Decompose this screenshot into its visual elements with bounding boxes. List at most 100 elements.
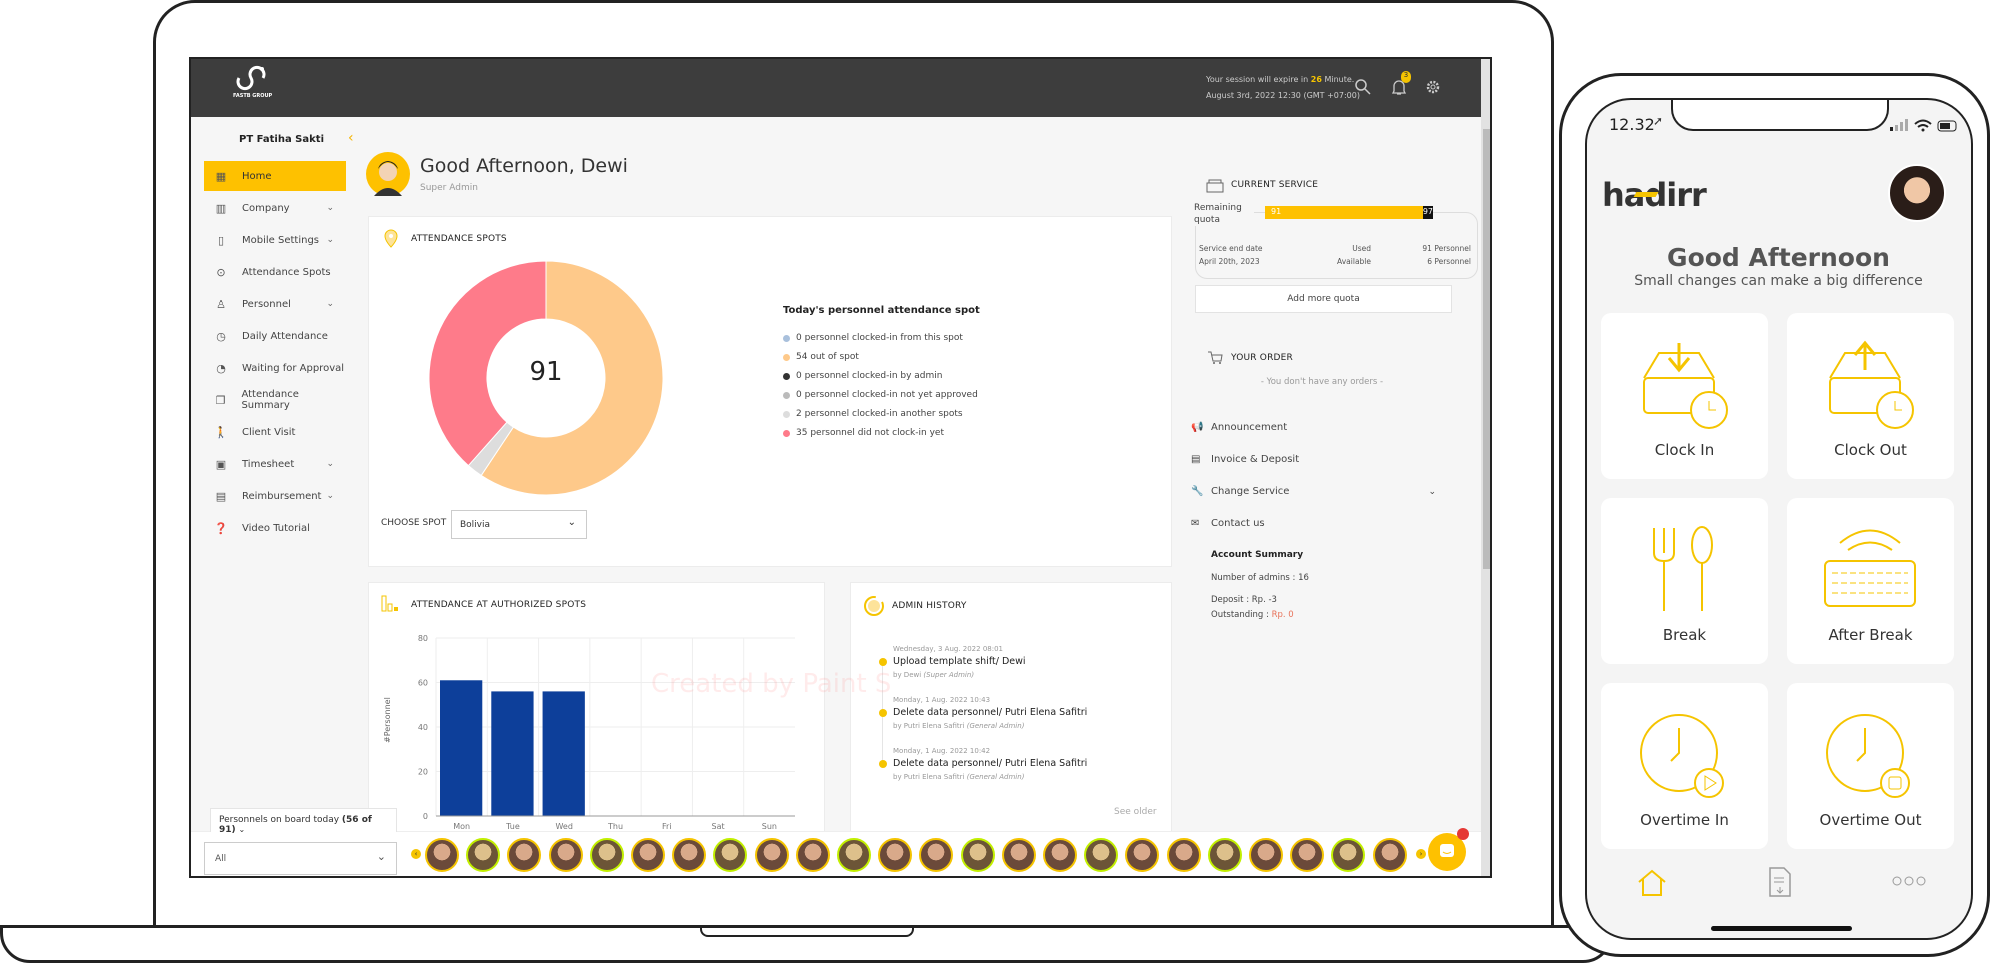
personnel-avatar[interactable] — [425, 838, 459, 872]
service-end: Service end date April 20th, 2023 — [1199, 242, 1263, 268]
quota-bar-fill: 91 — [1265, 206, 1423, 219]
tile-after-break[interactable]: After Break — [1787, 498, 1954, 664]
personnel-avatar[interactable] — [1084, 838, 1119, 872]
available-label: Available — [1337, 257, 1371, 266]
personnel-avatar[interactable] — [754, 838, 789, 872]
personnel-avatar[interactable] — [795, 838, 830, 872]
page-scrollbar[interactable] — [1481, 59, 1490, 876]
quota-bar: 91 97 — [1265, 206, 1433, 219]
sidebar-item-mobile-settings[interactable]: ▯ Mobile Settings ⌄ — [204, 225, 346, 255]
menu-announcement[interactable]: 📢 Announcement — [1191, 422, 1436, 433]
search-icon[interactable] — [1355, 79, 1371, 95]
sidebar-item-video-tutorial[interactable]: ❓ Video Tutorial — [204, 513, 346, 543]
sidebar-item-waiting-for-approval[interactable]: ◔ Waiting for Approval — [204, 353, 346, 383]
personnel-avatar[interactable] — [1043, 838, 1077, 872]
sidebar-item-attendance-spots[interactable]: ⊙ Attendance Spots — [204, 257, 346, 287]
document-icon[interactable] — [1767, 866, 1793, 898]
session-prefix: Your session will expire in — [1206, 75, 1309, 84]
personnel-avatar[interactable] — [1207, 838, 1242, 872]
personnel-avatar[interactable] — [837, 838, 871, 872]
timeline-dot — [879, 760, 887, 768]
personnel-avatar[interactable] — [631, 838, 665, 872]
tile-label: Clock Out — [1834, 441, 1907, 459]
greeting-role: Super Admin — [420, 183, 478, 193]
user-avatar[interactable] — [1888, 164, 1946, 222]
chevron-down-icon: ⌄ — [1428, 486, 1436, 497]
used-available-values: 91 Personnel 6 Personnel — [1391, 242, 1471, 268]
y-tick-label: 20 — [418, 768, 428, 777]
home-icon[interactable] — [1636, 868, 1668, 898]
sidebar-item-attendance-summary[interactable]: ❐ Attendance Summary — [204, 385, 346, 415]
sidebar-item-timesheet[interactable]: ▣ Timesheet ⌄ — [204, 449, 346, 479]
logo-accent — [1633, 192, 1659, 197]
chevron-down-icon: ⌄ — [326, 459, 334, 469]
history-date: Monday, 1 Aug. 2022 10:43 — [893, 696, 991, 704]
personnel-avatar[interactable] — [960, 838, 995, 872]
bar-tue[interactable] — [491, 691, 534, 816]
menu-invoice-deposit[interactable]: ▤ Invoice & Deposit — [1191, 454, 1436, 465]
personnel-avatar[interactable] — [1001, 838, 1036, 872]
collapse-sidebar-icon[interactable]: ‹ — [348, 130, 354, 146]
scrollbar-thumb[interactable] — [1483, 129, 1490, 569]
legend-label: 0 personnel clocked-in by admin — [796, 371, 943, 381]
tile-break[interactable]: Break — [1601, 498, 1768, 664]
sidebar-item-reimbursement[interactable]: ▤ Reimbursement ⌄ — [204, 481, 346, 511]
quota-total-value: 97 — [1422, 207, 1433, 216]
tile-clock-in[interactable]: Clock In — [1601, 313, 1768, 479]
location-pin-icon — [384, 229, 398, 248]
sidebar-item-company[interactable]: ▥ Company ⌄ — [204, 193, 346, 223]
chat-button[interactable] — [1428, 828, 1469, 871]
sidebar-item-label: Mobile Settings — [242, 234, 319, 246]
phone-notch — [1671, 100, 1889, 131]
timeline-dot — [879, 709, 887, 717]
onboard-toggle[interactable]: Personnels on board today (56 of 91) ⌄ — [210, 808, 397, 835]
personnel-avatar[interactable] — [589, 838, 624, 872]
watermark: Created by Paint S — [651, 669, 892, 699]
scroll-left-button[interactable]: ‹ — [411, 849, 421, 859]
x-tick-label: Wed — [555, 822, 572, 831]
service-icon — [1206, 179, 1224, 193]
menu-change-service[interactable]: 🔧 Change Service ⌄ — [1191, 486, 1436, 497]
tile-label: Overtime Out — [1819, 811, 1922, 829]
menu-contact-us[interactable]: ✉ Contact us — [1191, 518, 1436, 529]
add-quota-button[interactable]: Add more quota — [1195, 285, 1452, 313]
legend-dot — [783, 334, 790, 342]
sidebar-item-client-visit[interactable]: 🚶 Client Visit — [204, 417, 346, 447]
personnel-avatar[interactable] — [548, 838, 583, 872]
personnel-avatar[interactable] — [466, 838, 501, 872]
personnel-filter-select[interactable]: All ⌄ — [204, 842, 397, 875]
spot-select[interactable]: Bolivia ⌄ — [451, 510, 587, 539]
personnel-avatar[interactable] — [1290, 838, 1325, 872]
onboard-label: Personnels on board today — [219, 815, 340, 825]
gear-icon[interactable] — [1425, 79, 1441, 95]
personnel-avatar[interactable] — [878, 838, 913, 872]
phone-greeting: Good Afternoon — [1667, 243, 1890, 272]
sidebar-item-daily-attendance[interactable]: ◷ Daily Attendance — [204, 321, 346, 351]
personnel-avatar[interactable] — [672, 838, 707, 872]
chevron-down-icon: ⌄ — [567, 517, 576, 528]
session-suffix: Minute. — [1324, 75, 1355, 84]
personnel-avatar[interactable] — [1372, 838, 1407, 872]
avatar — [366, 152, 410, 196]
personnel-avatar[interactable] — [1166, 838, 1201, 872]
help-icon: ❓ — [214, 521, 228, 535]
more-icon[interactable] — [1892, 876, 1926, 886]
tile-clock-out[interactable]: Clock Out — [1787, 313, 1954, 479]
tile-overtime-in[interactable]: Overtime In — [1601, 683, 1768, 849]
history-by-role: (General Admin) — [966, 773, 1025, 781]
sidebar-item-personnel[interactable]: ♙ Personnel ⌄ — [204, 289, 346, 319]
scroll-right-button[interactable]: › — [1416, 849, 1426, 859]
bar-mon[interactable] — [440, 680, 483, 816]
tile-overtime-out[interactable]: Overtime Out — [1787, 683, 1954, 849]
chevron-down-icon: ⌄ — [238, 825, 246, 834]
chat-badge — [1457, 828, 1469, 840]
personnel-avatar[interactable] — [1249, 838, 1283, 872]
legend-item: 0 personnel clocked-in from this spot — [783, 333, 963, 343]
see-older-link[interactable]: See older — [1114, 807, 1157, 817]
pin-icon: ⊙ — [216, 265, 226, 279]
chevron-down-icon: ⌄ — [326, 299, 334, 309]
history-by: by Putri Elena Safitri (General Admin) — [893, 773, 1024, 781]
bar-wed[interactable] — [542, 691, 585, 816]
copy-icon: ❐ — [215, 393, 226, 407]
sidebar-item-home[interactable]: ▦ Home — [204, 161, 346, 191]
